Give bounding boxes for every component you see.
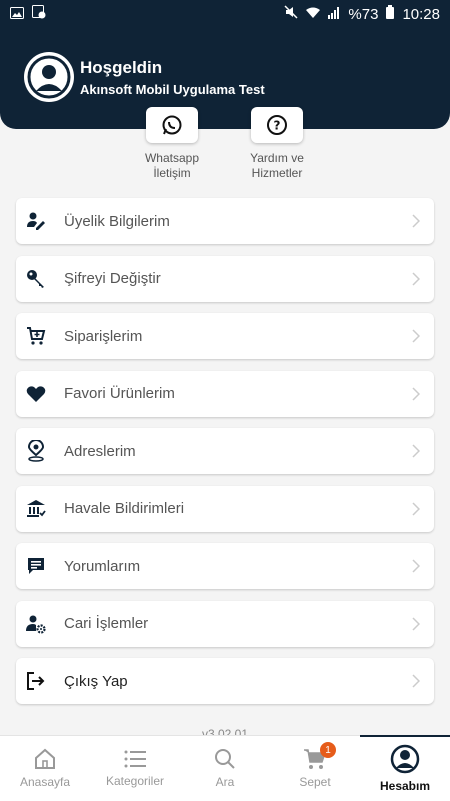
user-settings-icon — [24, 612, 48, 636]
menu-item-label: Favori Ürünlerim — [64, 385, 175, 402]
menu-item-account-transactions[interactable]: Cari İşlemler — [16, 600, 434, 647]
whatsapp-icon — [162, 115, 182, 135]
chevron-right-icon — [410, 386, 422, 402]
bank-icon — [24, 497, 48, 521]
alert-icon — [32, 5, 46, 23]
chevron-right-icon — [410, 213, 422, 229]
menu-item-change-password[interactable]: Şifreyi Değiştir — [16, 255, 434, 302]
tab-label: Kategoriler — [105, 774, 165, 788]
chevron-right-icon — [410, 501, 422, 517]
wifi-icon — [306, 6, 321, 23]
account-icon — [390, 744, 420, 774]
tab-home[interactable]: Anasayfa — [0, 736, 90, 801]
chevron-right-icon — [410, 271, 422, 287]
tab-cart[interactable]: 1 Sepet — [270, 736, 360, 801]
menu-item-label: Siparişlerim — [64, 327, 143, 345]
help-icon: ? — [267, 115, 287, 135]
menu-item-transfer-notifications[interactable]: Havale Bildirimleri — [16, 485, 434, 532]
tab-search[interactable]: Ara — [180, 736, 270, 801]
menu-item-reviews[interactable]: Yorumlarım — [16, 543, 434, 589]
cart-count-badge: 1 — [320, 742, 336, 758]
comment-icon — [24, 554, 48, 578]
logout-icon — [24, 669, 48, 693]
menu-item-orders[interactable]: Siparişlerim — [16, 313, 434, 359]
menu-item-membership[interactable]: Üyelik Bilgilerim — [16, 198, 434, 244]
chevron-right-icon — [410, 673, 422, 689]
tab-categories[interactable]: Kategoriler — [90, 736, 180, 801]
whatsapp-contact-button[interactable]: Whatsapp İletişim — [112, 107, 232, 181]
bottom-tab-bar: Anasayfa Kategoriler Ara 1 Sepet Hesabım — [0, 735, 450, 801]
signal-icon — [328, 6, 340, 23]
gallery-icon — [10, 6, 24, 23]
whatsapp-label-line1: Whatsapp — [144, 151, 200, 165]
whatsapp-label-line2: İletişim — [153, 166, 191, 180]
menu-item-label: Adreslerim — [64, 442, 136, 460]
whatsapp-button-box[interactable] — [146, 107, 198, 143]
menu-item-addresses[interactable]: Adreslerim — [16, 428, 434, 474]
cart-icon — [24, 324, 48, 348]
battery-icon — [386, 5, 395, 23]
help-services-button[interactable]: ? Yardım ve Hizmetler — [217, 107, 337, 181]
tab-label: Sepet — [299, 775, 331, 789]
heart-icon — [24, 382, 48, 406]
mute-icon — [284, 5, 298, 23]
account-menu: Üyelik Bilgilerim Şifreyi Değiştir Sipar… — [16, 198, 434, 716]
chevron-right-icon — [410, 328, 422, 344]
menu-item-label: Çıkış Yap — [64, 672, 128, 690]
home-icon — [35, 748, 55, 769]
help-label-line1: Yardım ve — [250, 151, 304, 165]
chevron-right-icon — [410, 558, 422, 574]
tab-account[interactable]: Hesabım — [360, 735, 450, 801]
tab-label: Anasayfa — [19, 775, 71, 789]
menu-item-logout[interactable]: Çıkış Yap — [16, 658, 434, 704]
welcome-title: Hoşgeldin — [80, 58, 163, 77]
company-name: Akınsoft Mobil Uygulama Test — [80, 82, 265, 97]
menu-item-favorites[interactable]: Favori Ürünlerim — [16, 370, 434, 417]
menu-item-label: Cari İşlemler — [64, 615, 149, 632]
tab-label: Hesabım — [379, 779, 431, 793]
search-icon — [215, 749, 235, 769]
status-bar: %73 10:28 — [0, 0, 450, 28]
tab-label: Ara — [215, 775, 235, 789]
list-icon — [124, 750, 146, 768]
chevron-right-icon — [410, 443, 422, 459]
menu-item-label: Şifreyi Değiştir — [64, 270, 161, 287]
avatar — [24, 52, 74, 102]
battery-text: %73 — [348, 5, 379, 23]
svg-text:?: ? — [274, 119, 281, 133]
help-label-line2: Hizmetler — [251, 166, 303, 180]
location-icon — [24, 439, 48, 463]
help-button-box[interactable]: ? — [251, 107, 303, 143]
key-icon — [24, 267, 48, 291]
clock: 10:28 — [402, 5, 440, 23]
menu-item-label: Yorumlarım — [64, 557, 141, 575]
chevron-right-icon — [410, 616, 422, 632]
user-edit-icon — [24, 209, 48, 233]
menu-item-label: Üyelik Bilgilerim — [64, 212, 170, 230]
menu-item-label: Havale Bildirimleri — [64, 500, 185, 517]
user-avatar-icon — [27, 55, 71, 99]
